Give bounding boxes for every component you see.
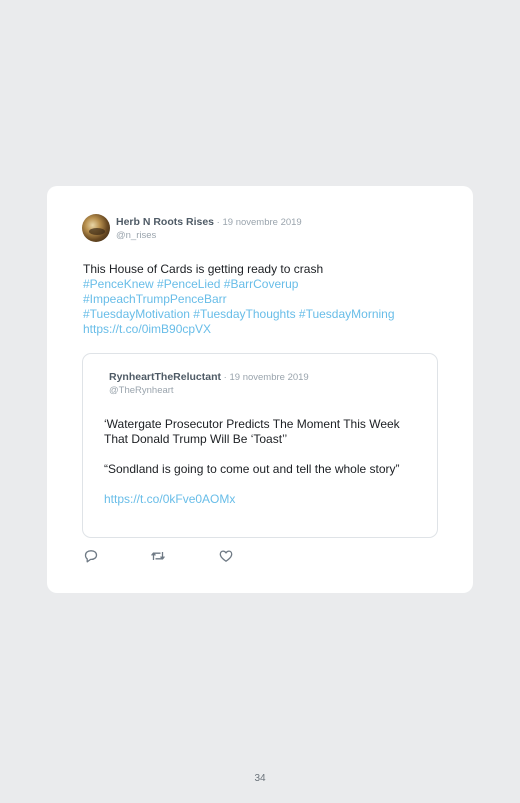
quoted-tweet[interactable]: RynheartTheReluctant · 19 novembre 2019 … [82, 353, 438, 538]
author-handle[interactable]: @n_rises [116, 229, 302, 242]
tweet-card: Herb N Roots Rises · 19 novembre 2019 @n… [47, 186, 473, 593]
page: Herb N Roots Rises · 19 novembre 2019 @n… [0, 0, 520, 803]
tweet-link[interactable]: https://t.co/0imB90cpVX [83, 322, 453, 337]
author-name[interactable]: Herb N Roots Rises [116, 216, 214, 228]
avatar[interactable] [82, 214, 110, 242]
retweet-icon[interactable] [150, 548, 166, 564]
quoted-tweet-text: ‘Watergate Prosecutor Predicts The Momen… [104, 417, 422, 522]
hashtag-line[interactable]: #TuesdayMotivation #TuesdayThoughts #Tue… [83, 307, 453, 322]
quoted-tweet-header: RynheartTheReluctant · 19 novembre 2019 … [109, 371, 309, 397]
quoted-link[interactable]: https://t.co/0kFve0AOMx [104, 492, 422, 507]
tweet-date[interactable]: 19 novembre 2019 [222, 217, 301, 228]
page-number: 34 [254, 773, 266, 784]
tweet-header: Herb N Roots Rises · 19 novembre 2019 @n… [116, 216, 302, 242]
quoted-paragraph: “Sondland is going to come out and tell … [104, 462, 400, 476]
tweet-text: This House of Cards is getting ready to … [83, 262, 453, 337]
tweet-text-line: This House of Cards is getting ready to … [83, 262, 324, 276]
reply-icon[interactable] [83, 548, 99, 564]
quoted-paragraph: ‘Watergate Prosecutor Predicts The Momen… [104, 417, 400, 446]
hashtag-line[interactable]: #ImpeachTrumpPenceBarr [83, 292, 453, 307]
quoted-author-handle[interactable]: @TheRynheart [109, 384, 309, 397]
quoted-tweet-date[interactable]: 19 novembre 2019 [229, 372, 308, 383]
quoted-author-name[interactable]: RynheartTheReluctant [109, 371, 221, 383]
like-icon[interactable] [218, 548, 234, 564]
hashtag-line[interactable]: #PenceKnew #PenceLied #BarrCoverup [83, 277, 453, 292]
